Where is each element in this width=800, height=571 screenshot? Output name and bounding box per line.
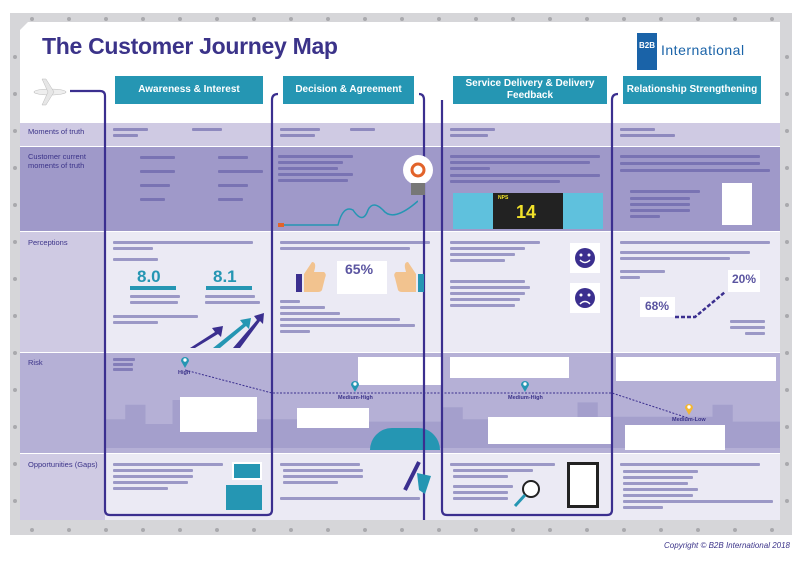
megaphone-icon xyxy=(403,461,431,494)
percent-20: 20% xyxy=(732,272,757,286)
percent-68: 68% xyxy=(645,299,670,313)
smiley-icon xyxy=(570,243,600,273)
percent-65: 65% xyxy=(345,261,374,277)
risk-level-decision: Medium-High xyxy=(338,395,373,401)
podium xyxy=(130,286,176,290)
magnifier-icon xyxy=(513,480,540,508)
score-8-1: 8.1 xyxy=(213,267,237,286)
thumbs-up-icon xyxy=(296,262,326,292)
growth-arrows-icon xyxy=(190,313,264,348)
nps-label: NPS xyxy=(498,195,509,201)
risk-level-service: Medium-High xyxy=(508,395,543,401)
cable-icon xyxy=(278,200,418,227)
laptop-icon xyxy=(226,485,262,510)
tablet-chart-icon xyxy=(567,462,599,508)
report-document-icon xyxy=(722,183,752,225)
podium xyxy=(206,286,252,290)
map-pin-icon xyxy=(521,381,529,392)
score-8-0: 8.0 xyxy=(137,267,161,286)
copyright: Copyright © B2B International 2018 xyxy=(664,541,790,550)
thumbs-up-icon xyxy=(394,262,424,292)
sad-face-icon xyxy=(570,283,600,313)
map-pin-icon xyxy=(351,381,359,392)
world-map-icon xyxy=(232,462,262,480)
map-pin-icon xyxy=(685,404,693,415)
map-pin-icon xyxy=(181,357,189,368)
nps-value: 14 xyxy=(516,202,537,222)
risk-level-awareness: High xyxy=(178,370,191,376)
stairs-arrow-icon xyxy=(675,291,726,319)
risk-level-relationship: Medium-Low xyxy=(672,417,706,423)
